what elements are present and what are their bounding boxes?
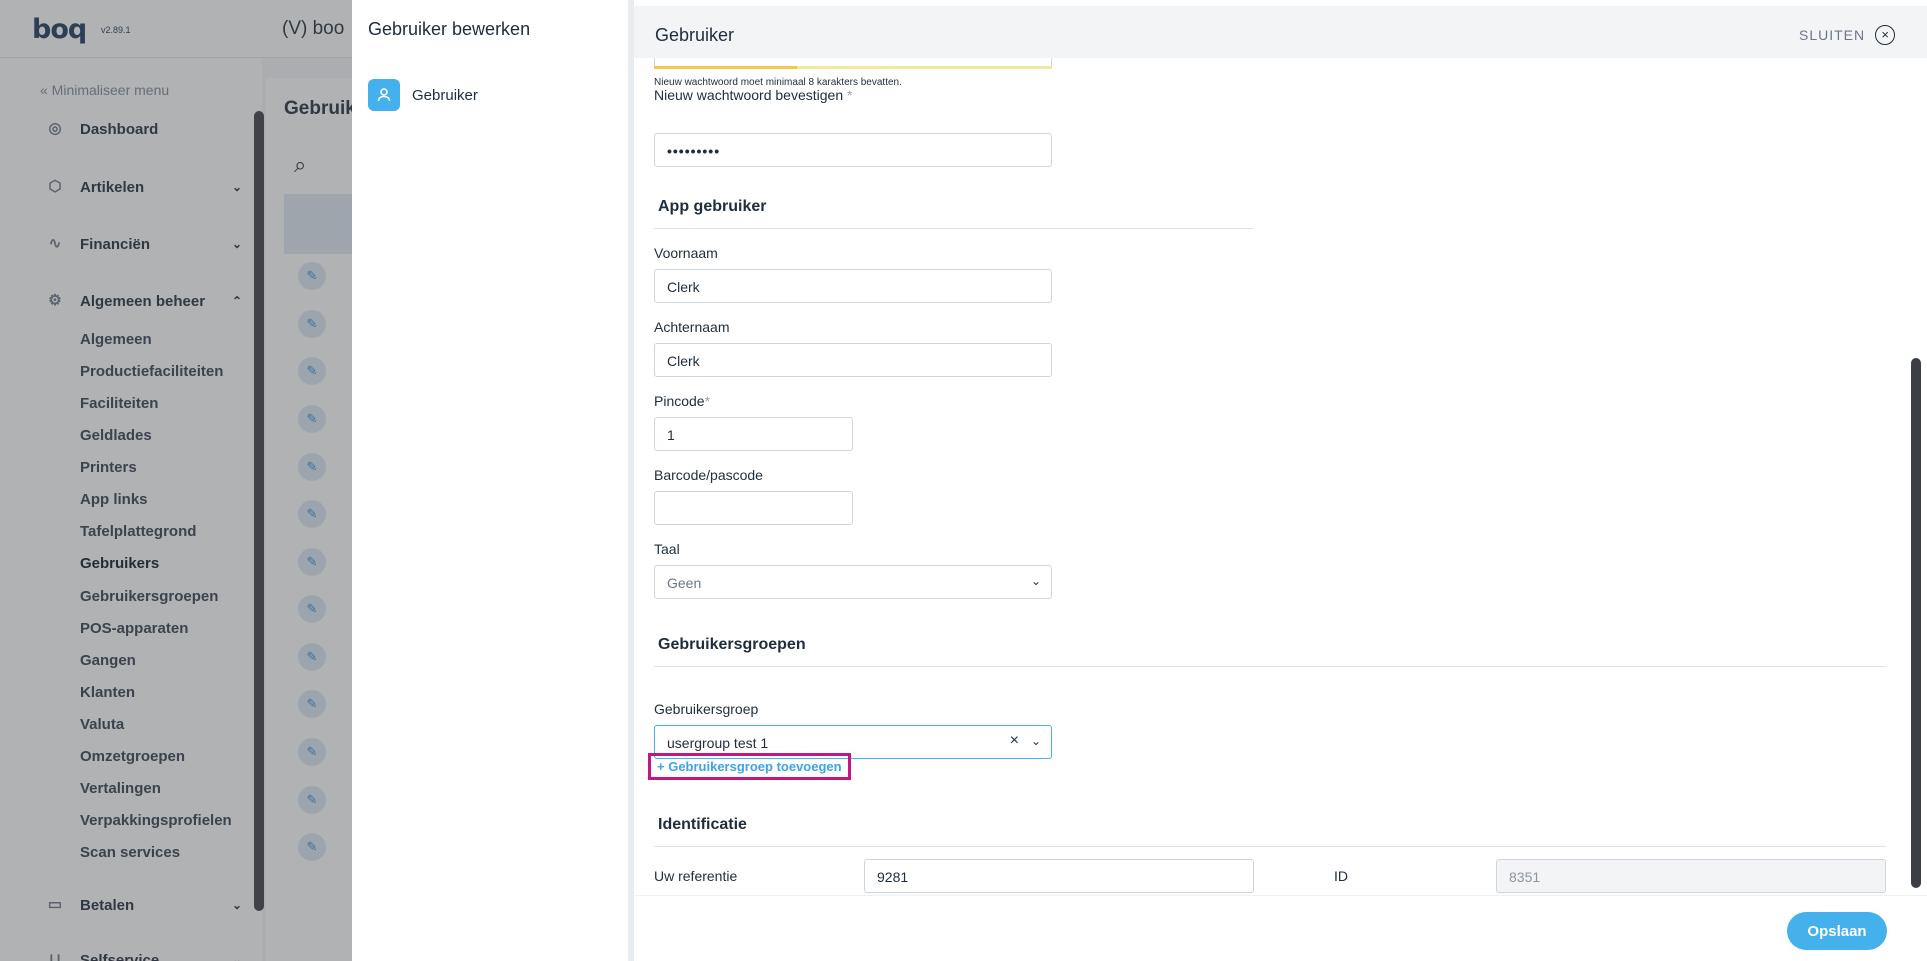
panel-body: Nieuw wachtwoord moet minimaal 8 karakte… (634, 58, 1927, 895)
last-name-label: Achternaam (654, 319, 730, 335)
add-usergroup-link[interactable]: + Gebruikersgroep toevoegen (648, 753, 851, 780)
password-strength-fill (654, 66, 798, 69)
tab-gebruiker[interactable]: Gebruiker (368, 79, 478, 111)
last-name-field[interactable]: Clerk (654, 343, 1052, 377)
required-marker: * (704, 393, 711, 409)
section-title-app-user: App gebruiker (658, 198, 767, 215)
chevron-down-icon: ⌄ (1030, 734, 1041, 748)
close-button[interactable]: SLUITEN × (1799, 25, 1896, 45)
section-title-usergroups: Gebruikersgroepen (658, 636, 806, 653)
section-title-identification: Identificatie (658, 816, 747, 833)
panel-footer: Opslaan (634, 895, 1927, 961)
password-strength-bar (654, 66, 1052, 69)
panel-header: Gebruiker SLUITEN × (634, 6, 1927, 58)
save-button[interactable]: Opslaan (1787, 912, 1887, 950)
language-select[interactable]: Geen ⌄ (654, 565, 1052, 599)
close-icon: × (1875, 25, 1896, 45)
drawer-title: Gebruiker bewerken (368, 19, 531, 39)
barcode-label: Barcode/pascode (654, 467, 763, 483)
first-name-label: Voornaam (654, 245, 718, 261)
section-divider (654, 846, 1886, 847)
confirm-password-field[interactable]: ••••••••• (654, 133, 1052, 167)
edit-user-panel: Gebruiker SLUITEN × Nieuw wachtwoord moe… (634, 0, 1927, 961)
language-selected-value: Geen (667, 575, 702, 591)
drawer-nav (352, 0, 628, 961)
close-label: SLUITEN (1799, 27, 1866, 43)
label-text: Nieuw wachtwoord bevestigen (654, 87, 844, 103)
pincode-label: Pincode* (654, 393, 710, 409)
id-field: 8351 (1496, 859, 1886, 893)
first-name-field[interactable]: Clerk (654, 269, 1052, 303)
id-label: ID (1334, 868, 1348, 884)
usergroup-selected-value: usergroup test 1 (667, 735, 769, 751)
panel-title: Gebruiker (655, 25, 735, 45)
reference-label: Uw referentie (654, 868, 738, 884)
label-text: Pincode (654, 393, 705, 409)
user-icon (368, 79, 400, 111)
tab-label: Gebruiker (412, 86, 478, 104)
section-divider (654, 228, 1254, 229)
clear-icon[interactable]: × (1010, 732, 1019, 750)
language-label: Taal (654, 541, 680, 557)
section-divider (654, 666, 1886, 667)
reference-field[interactable]: 9281 (864, 859, 1254, 893)
barcode-field[interactable] (654, 491, 853, 525)
required-marker: * (847, 87, 853, 103)
scrollbar-thumb[interactable] (1911, 358, 1921, 888)
confirm-password-label: Nieuw wachtwoord bevestigen * (654, 87, 852, 103)
panel-scrollbar[interactable] (1911, 58, 1921, 895)
chevron-down-icon: ⌄ (1030, 574, 1041, 588)
usergroup-label: Gebruikersgroep (654, 701, 759, 717)
pincode-field[interactable]: 1 (654, 417, 853, 451)
